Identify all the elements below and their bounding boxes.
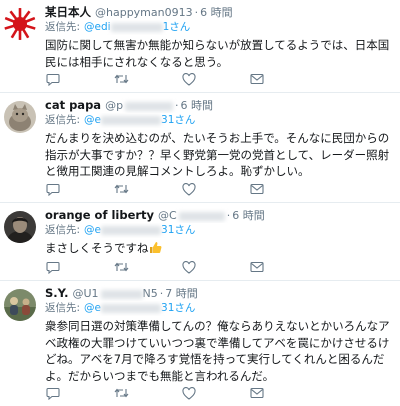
timestamp[interactable]: 7 時間 <box>165 287 198 300</box>
mention-tail: 31さん <box>161 224 196 236</box>
like-icon[interactable] <box>181 260 197 274</box>
tweet-text-container: まさしくそうですね <box>45 240 394 257</box>
display-name[interactable]: 某日本人 <box>45 5 91 19</box>
timestamp[interactable]: 6 時間 <box>181 99 214 112</box>
like-icon[interactable] <box>181 182 197 196</box>
avatar[interactable] <box>4 211 36 243</box>
user-handle[interactable]: @C <box>158 209 177 222</box>
redaction-blur <box>125 101 174 111</box>
mention-tail: 31さん <box>161 302 196 314</box>
retweet-icon[interactable] <box>113 386 129 400</box>
mention-link[interactable]: @e <box>84 302 101 314</box>
user-handle[interactable]: @U1 <box>72 287 98 300</box>
reply-prefix: 返信先: <box>45 224 81 236</box>
dm-icon[interactable] <box>249 72 265 86</box>
reply-to-line: 返信先: @e 31さん <box>45 113 394 128</box>
retweet-icon[interactable] <box>113 72 129 86</box>
retweet-icon[interactable] <box>113 182 129 196</box>
avatar[interactable] <box>4 8 36 40</box>
avatar[interactable] <box>4 289 36 321</box>
user-handle[interactable]: @happyman0913 <box>95 6 193 19</box>
reply-to-line: 返信先: @edi 1さん <box>45 20 394 35</box>
redaction-blur <box>101 225 162 235</box>
display-name[interactable]: S.Y. <box>45 286 68 300</box>
tweet-feed: 某日本人 @happyman0913 · 6 時間 返信先: @edi 1さん 国防に関し… <box>0 0 400 406</box>
tweet[interactable]: cat papa @p · 6 時間 返信先: @e 31さん だんまりを決め込むのが、た… <box>0 93 400 203</box>
redaction-blur <box>101 303 162 313</box>
retweet-icon[interactable] <box>113 260 129 274</box>
reply-icon[interactable] <box>45 260 61 274</box>
tweet-text: 衆参同日選の対策準備してんの？俺ならありえないとかいろんなアベ政権の大罪つけてい… <box>45 319 390 383</box>
mention-tail: 1さん <box>162 21 191 33</box>
mention-link[interactable]: @edi <box>84 21 111 33</box>
tweet-text: だんまりを決め込むのが、たいそうお上手で。そんなに民団からの指示が大事ですか？？… <box>45 131 390 178</box>
reply-to-line: 返信先: @e 31さん <box>45 301 394 316</box>
tweet-text: 国防に関して無害か無能か知らないが放置してるようでは、日本国民には相手にされなく… <box>45 38 390 69</box>
thumbs-up-icon <box>149 241 162 254</box>
avatar[interactable] <box>4 101 36 133</box>
reply-prefix: 返信先: <box>45 114 81 126</box>
redaction-blur <box>101 115 162 125</box>
mention-link[interactable]: @e <box>84 224 101 236</box>
dm-icon[interactable] <box>249 386 265 400</box>
reply-icon[interactable] <box>45 386 61 400</box>
timestamp[interactable]: 6 時間 <box>200 6 233 19</box>
tweet-actions <box>45 182 265 196</box>
dm-icon[interactable] <box>249 182 265 196</box>
user-handle[interactable]: @p <box>105 99 123 112</box>
tweet[interactable]: orange of liberty @C · 6 時間 返信先: @e 31さん まさしく… <box>0 203 400 281</box>
like-icon[interactable] <box>181 72 197 86</box>
tweet-actions <box>45 260 265 274</box>
reply-icon[interactable] <box>45 72 61 86</box>
reply-icon[interactable] <box>45 182 61 196</box>
like-icon[interactable] <box>181 386 197 400</box>
mention-link[interactable]: @e <box>84 114 101 126</box>
redaction-blur <box>178 211 225 221</box>
tweet-actions <box>45 386 265 400</box>
reply-prefix: 返信先: <box>45 302 81 314</box>
timestamp[interactable]: 6 時間 <box>232 209 265 222</box>
redaction-blur <box>110 22 163 32</box>
display-name[interactable]: orange of liberty <box>45 208 154 222</box>
reply-to-line: 返信先: @e 31さん <box>45 223 394 238</box>
dm-icon[interactable] <box>249 260 265 274</box>
redaction-blur <box>100 289 143 299</box>
reply-prefix: 返信先: <box>45 21 81 33</box>
display-name[interactable]: cat papa <box>45 98 101 112</box>
mention-tail: 31さん <box>161 114 196 126</box>
tweet-text: まさしくそうですね <box>45 241 149 255</box>
tweet[interactable]: 某日本人 @happyman0913 · 6 時間 返信先: @edi 1さん 国防に関し… <box>0 0 400 93</box>
tweet-actions <box>45 72 265 86</box>
tweet[interactable]: S.Y. @U1 N5 · 7 時間 返信先: @e 31さん 衆参同日選の対策準備してんの… <box>0 281 400 406</box>
user-handle-tail: N5 <box>142 287 158 300</box>
